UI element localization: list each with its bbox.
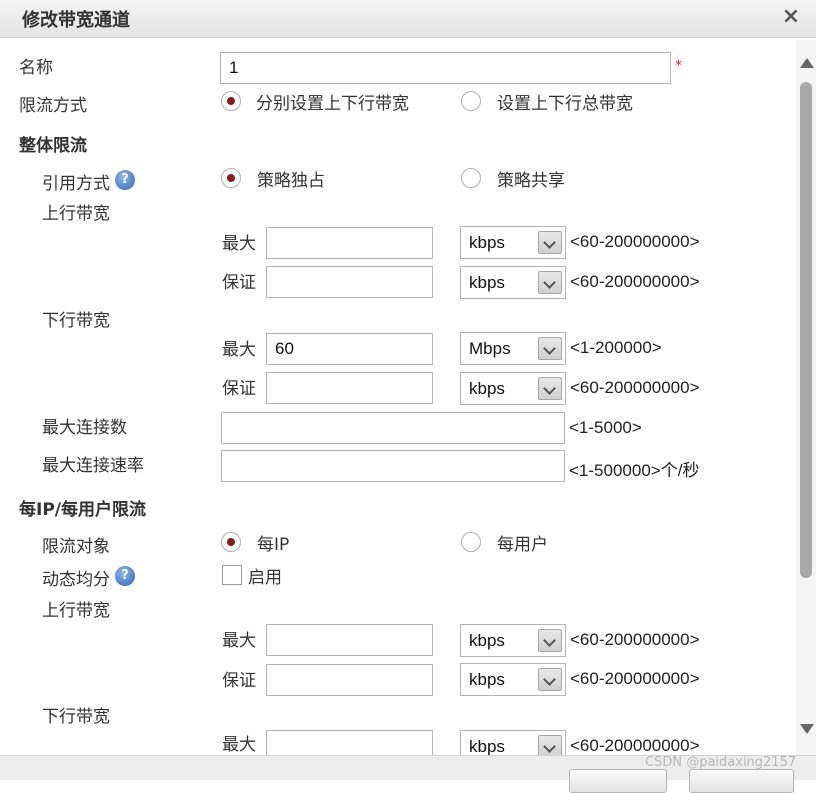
vertical-scrollbar[interactable] [796,40,816,755]
per-ip-up-max-unit-value: kbps [469,631,505,650]
per-ip-down-max-unit-select[interactable]: kbps [460,730,566,755]
limit-target-label: 限流对象 [42,537,110,557]
option-policy-exclusive: 策略独占 [257,171,325,191]
max-conn-range: <1-5000> [569,418,642,437]
per-ip-down-max-range: <60-200000000> [570,736,700,755]
per-ip-up-max-input[interactable] [266,624,433,656]
scroll-down-icon[interactable] [800,724,814,734]
chevron-down-icon [538,629,562,652]
radio-per-ip[interactable] [221,532,241,552]
enable-checkbox-label: 启用 [248,568,282,588]
per-ip-up-guarantee-label: 保证 [222,671,256,691]
overall-limit-header: 整体限流 [19,136,87,156]
dynamic-share-label: 动态均分 [42,570,110,590]
option-total-bandwidth: 设置上下行总带宽 [497,94,633,114]
close-icon[interactable]: × [778,3,804,31]
scrollbar-thumb[interactable] [800,82,812,578]
per-ip-up-label: 上行带宽 [42,601,110,621]
up-max-unit-select[interactable]: kbps [460,226,566,259]
chevron-down-icon [538,735,562,755]
chevron-down-icon [538,231,562,254]
radio-policy-exclusive[interactable] [221,168,241,188]
max-conn-input[interactable] [221,412,565,444]
per-ip-up-max-unit-select[interactable]: kbps [460,624,566,657]
down-max-unit-value: Mbps [469,339,511,358]
per-ip-up-max-range: <60-200000000> [570,630,700,649]
up-guarantee-unit-value: kbps [469,273,505,292]
per-ip-down-max-input[interactable] [266,730,433,755]
max-conn-rate-label: 最大连接速率 [42,456,144,476]
dialog-titlebar: 修改带宽通道 × [0,0,816,38]
scroll-up-icon[interactable] [800,58,814,68]
enable-checkbox[interactable] [222,565,242,585]
up-max-range: <60-200000000> [570,232,700,251]
down-max-range: <1-200000> [570,338,662,357]
per-ip-down-label: 下行带宽 [42,707,110,727]
up-max-unit-value: kbps [469,233,505,252]
required-mark: * [675,58,682,74]
per-ip-down-max-unit-value: kbps [469,737,505,755]
option-per-user: 每用户 [497,535,548,555]
option-per-ip: 每IP [257,535,290,555]
help-icon[interactable]: ? [115,566,135,586]
down-max-input[interactable]: 60 [266,333,433,365]
down-bandwidth-label: 下行带宽 [42,311,110,331]
ref-mode-label: 引用方式 [42,174,110,194]
name-input[interactable]: 1 [220,52,671,84]
per-ip-up-guarantee-unit-select[interactable]: kbps [460,663,566,696]
option-policy-shared: 策略共享 [497,171,565,191]
chevron-down-icon [538,668,562,691]
name-label: 名称 [19,58,53,78]
up-guarantee-range: <60-200000000> [570,272,700,291]
help-icon[interactable]: ? [115,170,135,190]
down-max-unit-select[interactable]: Mbps [460,332,566,365]
per-ip-up-guarantee-input[interactable] [266,664,433,696]
max-conn-rate-input[interactable] [221,450,565,482]
per-ip-up-guarantee-range: <60-200000000> [570,669,700,688]
option-separate-bandwidth: 分别设置上下行带宽 [256,94,409,114]
up-bandwidth-label: 上行带宽 [42,204,110,224]
up-guarantee-input[interactable] [266,266,433,298]
per-ip-limit-header: 每IP/每用户限流 [19,500,146,520]
up-max-input[interactable] [266,227,433,259]
per-ip-up-max-label: 最大 [222,631,256,651]
watermark: CSDN @paidaxing2157 [645,755,797,770]
per-ip-up-guarantee-unit-value: kbps [469,670,505,689]
down-guarantee-input[interactable] [266,372,433,404]
radio-per-user[interactable] [461,532,481,552]
chevron-down-icon [538,337,562,360]
per-ip-down-max-label: 最大 [222,735,256,755]
cancel-button[interactable] [689,769,794,793]
up-guarantee-label: 保证 [222,273,256,293]
down-max-label: 最大 [222,340,256,360]
down-guarantee-unit-value: kbps [469,379,505,398]
chevron-down-icon [538,377,562,400]
confirm-button[interactable] [569,769,667,793]
max-conn-rate-range: <1-500000>个/秒 [569,461,700,480]
max-conn-label: 最大连接数 [42,418,127,438]
up-max-label: 最大 [222,234,256,254]
down-guarantee-range: <60-200000000> [570,378,700,397]
down-guarantee-unit-select[interactable]: kbps [460,372,566,405]
radio-total-bandwidth[interactable] [461,91,481,111]
chevron-down-icon [538,271,562,294]
dialog-title: 修改带宽通道 [22,10,130,31]
up-guarantee-unit-select[interactable]: kbps [460,266,566,299]
radio-policy-shared[interactable] [461,168,481,188]
limit-mode-label: 限流方式 [19,96,87,116]
radio-separate-bandwidth[interactable] [221,91,241,111]
dialog-content: 名称 1 * 限流方式 分别设置上下行带宽 设置上下行总带宽 整体限流 引用方式… [6,40,796,755]
down-guarantee-label: 保证 [222,379,256,399]
